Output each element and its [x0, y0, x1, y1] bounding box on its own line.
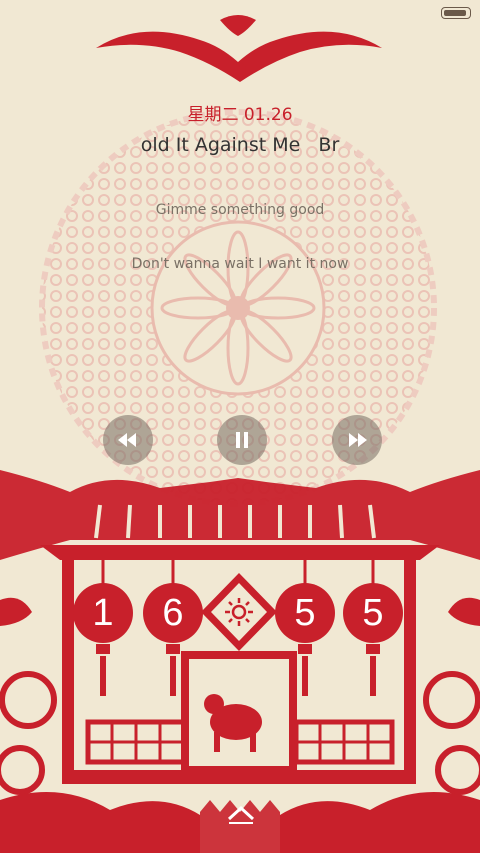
previous-track-button[interactable] [103, 415, 153, 465]
chevron-up-icon[interactable] [226, 803, 256, 825]
sun-icon [225, 598, 253, 626]
pause-icon [236, 432, 248, 448]
rewind-icon [118, 433, 136, 447]
battery-icon [441, 7, 471, 19]
clock-minute-tens: 5 [294, 592, 316, 634]
next-track-button[interactable] [332, 415, 382, 465]
monkey-emblem [204, 694, 262, 752]
house-roof [0, 470, 480, 560]
top-ornament [96, 15, 382, 82]
clock-hour-ones: 6 [162, 592, 184, 634]
clock-hour-tens: 1 [92, 592, 114, 634]
clock-minute-ones: 5 [362, 592, 384, 634]
date-label: 星期二 01.26 [187, 105, 293, 125]
lyric-line: Gimme something good [155, 202, 325, 218]
fast-forward-icon [349, 433, 367, 447]
battery-level [444, 10, 466, 16]
song-title: old It Against Me Br [140, 134, 340, 156]
pause-button[interactable] [217, 415, 267, 465]
lyric-line: Don't wanna wait I want it now [131, 256, 349, 272]
